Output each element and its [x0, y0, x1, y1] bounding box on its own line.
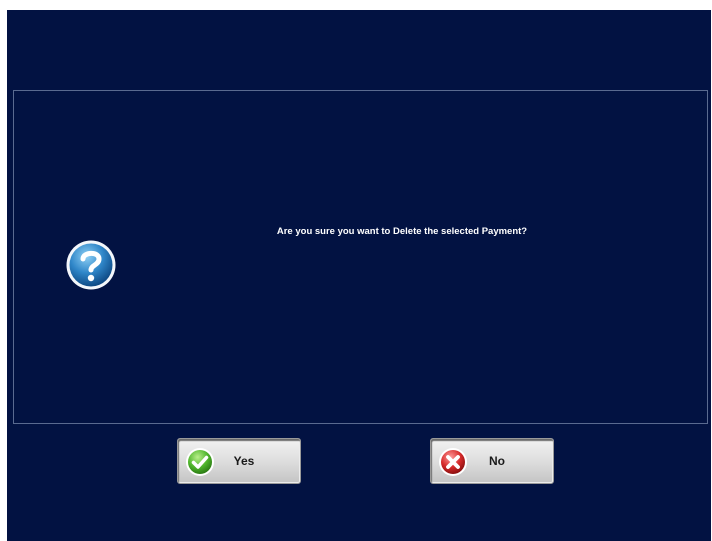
yes-button[interactable]: Yes: [177, 438, 301, 484]
dialog-panel: [13, 90, 708, 424]
no-button[interactable]: No: [430, 438, 554, 484]
x-icon: [439, 448, 467, 476]
screen-background: Are you sure you want to Delete the sele…: [7, 10, 711, 541]
no-button-label: No: [489, 454, 505, 468]
yes-button-label: Yes: [233, 454, 255, 468]
check-icon: [186, 448, 214, 476]
confirmation-message: Are you sure you want to Delete the sele…: [276, 226, 528, 237]
question-icon: [66, 240, 116, 290]
